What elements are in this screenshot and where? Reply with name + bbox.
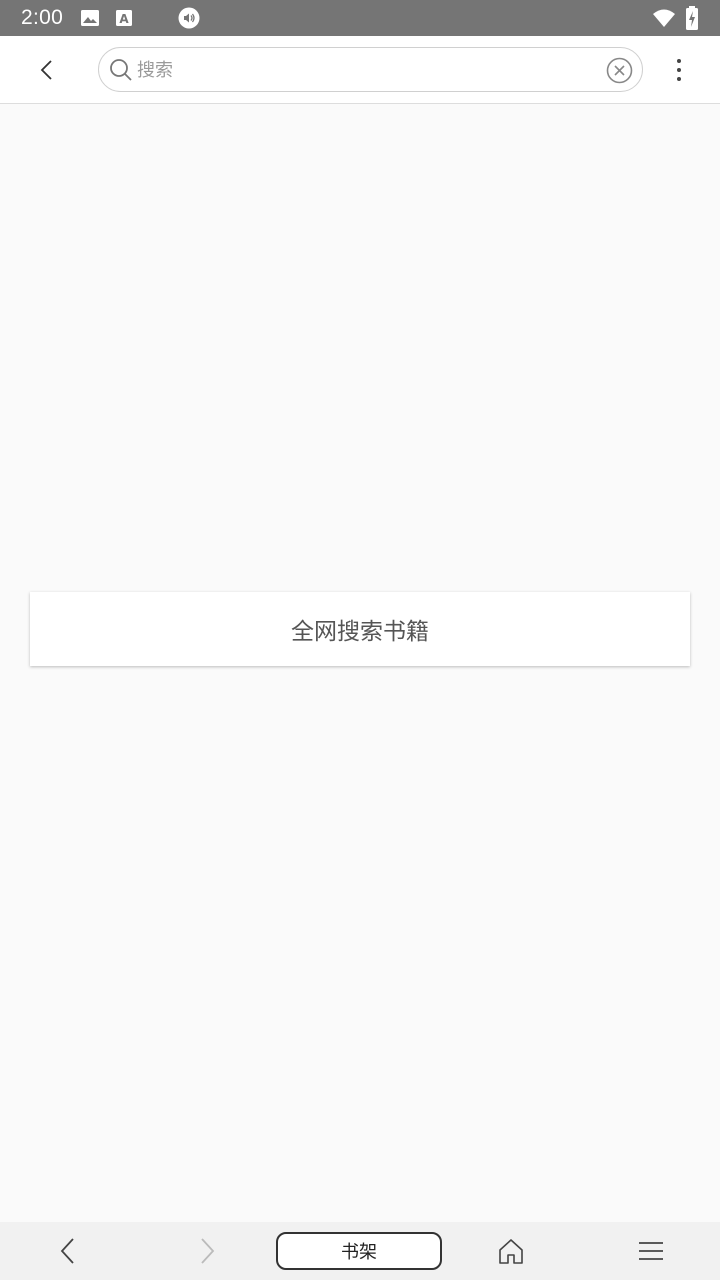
search-all-books-button[interactable]: 全网搜索书籍 xyxy=(30,592,690,666)
status-bar: 2:00 A xyxy=(0,0,720,36)
bookshelf-label: 书架 xyxy=(341,1242,377,1263)
chevron-right-icon xyxy=(201,1238,215,1264)
wifi-icon xyxy=(653,9,675,27)
nav-forward-button[interactable] xyxy=(191,1235,223,1267)
chevron-left-icon xyxy=(60,1238,74,1264)
back-button[interactable] xyxy=(28,50,68,90)
top-bar xyxy=(0,36,720,104)
a-text-icon: A xyxy=(116,10,132,26)
search-all-books-label: 全网搜索书籍 xyxy=(291,619,429,645)
volume-icon xyxy=(178,7,200,29)
search-box[interactable] xyxy=(98,47,643,92)
status-time: 2:00 xyxy=(21,6,64,29)
home-icon xyxy=(499,1239,523,1264)
battery-charging-icon xyxy=(686,6,698,30)
home-button[interactable] xyxy=(495,1235,527,1267)
bottom-nav: 书架 xyxy=(0,1222,720,1280)
chevron-left-icon xyxy=(40,60,52,80)
image-icon xyxy=(81,10,99,26)
svg-text:A: A xyxy=(119,12,129,26)
more-options-button[interactable] xyxy=(664,50,694,90)
more-vertical-icon xyxy=(677,59,681,81)
menu-button[interactable] xyxy=(635,1235,667,1267)
nav-back-button[interactable] xyxy=(52,1235,84,1267)
search-icon xyxy=(110,59,132,81)
bookshelf-button[interactable]: 书架 xyxy=(276,1232,442,1270)
menu-icon xyxy=(639,1242,663,1260)
clear-circle-icon[interactable] xyxy=(606,57,633,84)
search-input[interactable] xyxy=(137,54,597,86)
